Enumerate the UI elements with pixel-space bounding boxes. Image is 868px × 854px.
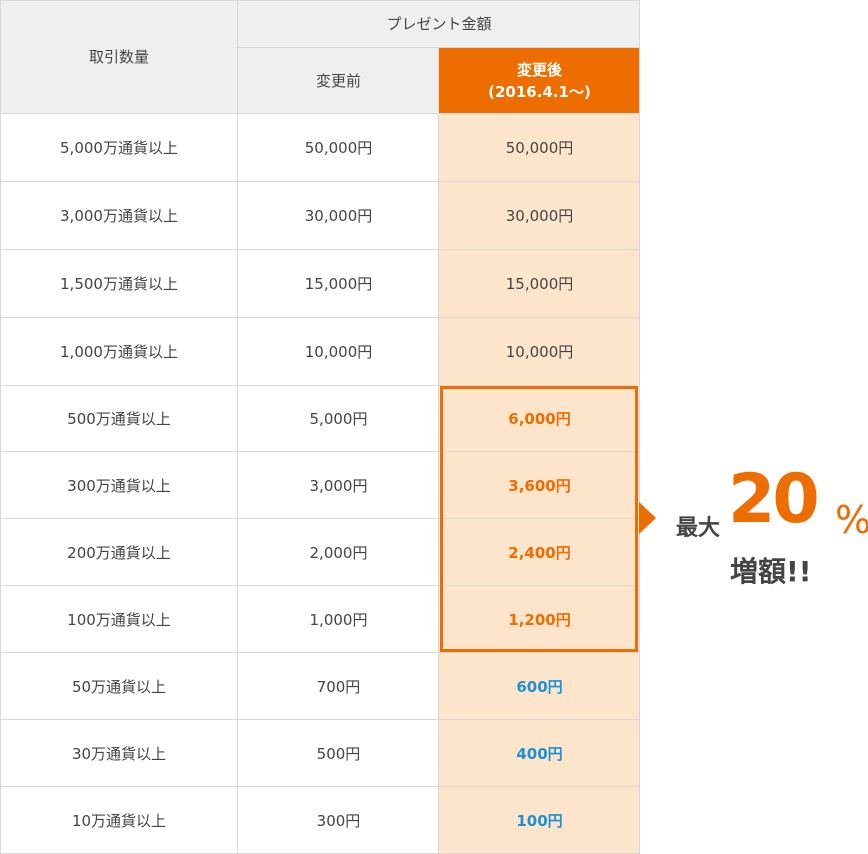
row-amount-before: 2,000円 [309,543,368,562]
header-after-change: 変更後 (2016.4.1〜) [439,48,640,114]
max-increase-callout: 最大 20 % 増額!! [670,460,868,590]
row-amount-before: 30,000円 [304,207,373,225]
row-quantity: 1,500万通貨以上 [60,275,178,293]
row-quantity: 30万通貨以上 [71,744,167,763]
row-amount-after: 100円 [439,787,640,854]
row-amount-after: 10,000円 [439,318,640,386]
callout-increase-label: 増額!! [730,555,812,588]
row-amount-after: 30,000円 [439,182,640,250]
row-quantity: 1,000万通貨以上 [60,343,178,361]
row-quantity: 3,000万通貨以上 [60,207,178,225]
callout-percent: % [835,498,868,542]
row-quantity: 500万通貨以上 [67,410,171,428]
increase-highlight-frame [440,386,638,652]
row-amount-before: 500円 [316,744,361,763]
row-quantity: 5,000万通貨以上 [60,139,178,157]
header-quantity: 取引数量 [0,0,238,114]
row-amount-before: 5,000円 [309,410,368,428]
row-amount-before: 10,000円 [304,343,373,361]
row-amount-before: 1,000円 [309,610,368,629]
row-amount-after: 15,000円 [439,250,640,318]
row-quantity: 100万通貨以上 [67,610,171,629]
row-amount-before: 50,000円 [304,139,373,157]
row-amount-before: 300円 [316,811,361,830]
row-amount-after: 600円 [439,653,640,720]
header-present-amount: プレゼント金額 [238,0,640,48]
header-after-change-label: 変更後 [516,61,562,79]
callout-arrow-icon [639,502,656,534]
row-quantity: 50万通貨以上 [71,677,167,696]
row-amount-before: 700円 [316,677,361,696]
row-amount-after: 400円 [439,720,640,787]
callout-number: 20 [728,460,820,539]
callout-max-label: 最大 [676,516,721,541]
row-amount-after: 50,000円 [439,114,640,182]
row-quantity: 300万通貨以上 [67,476,171,495]
row-quantity: 10万通貨以上 [71,811,167,830]
row-quantity: 200万通貨以上 [67,543,171,562]
row-amount-before: 3,000円 [309,476,368,495]
header-before-change: 変更前 [238,48,439,114]
row-amount-before: 15,000円 [304,275,373,293]
header-after-change-date: (2016.4.1〜) [488,83,591,101]
